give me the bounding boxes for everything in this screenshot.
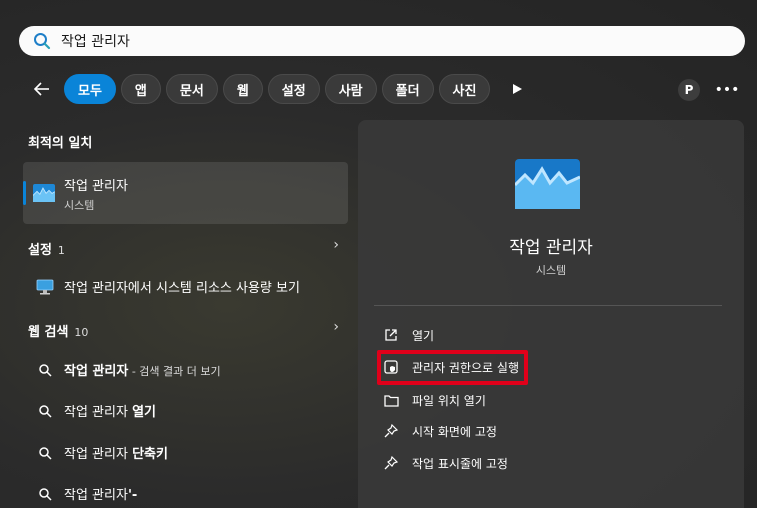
best-match-heading: 최적의 일치: [28, 136, 93, 151]
web-result-label: 작업 관리자'-: [64, 487, 138, 503]
filter-all[interactable]: 모두: [64, 74, 116, 104]
web-search-heading-label: 웹 검색: [28, 325, 69, 340]
pin-to-taskbar-label: 작업 표시줄에 고정: [412, 456, 508, 471]
detail-subtitle: 시스템: [535, 264, 567, 277]
filter-bar: 모두 앱 문서 웹 설정 사람 폴더 사진: [28, 73, 527, 105]
filter-apps[interactable]: 앱: [120, 74, 161, 104]
web-result-item[interactable]: 작업 관리자 - 검색 결과 더 보기: [0, 352, 357, 386]
pin-icon: [382, 422, 400, 440]
task-manager-large-icon: [515, 159, 580, 209]
web-result-item[interactable]: 작업 관리자'-: [0, 476, 357, 508]
filter-photos[interactable]: 사진: [438, 74, 491, 104]
detail-title: 작업 관리자: [509, 238, 593, 258]
search-icon: [36, 361, 54, 379]
settings-result-label: 작업 관리자에서 시스템 리소스 사용량 보기: [64, 280, 300, 296]
web-result-label: 작업 관리자 - 검색 결과 더 보기: [64, 363, 221, 379]
monitor-icon: [36, 278, 54, 296]
settings-result-item[interactable]: 작업 관리자에서 시스템 리소스 사용량 보기: [0, 269, 357, 303]
search-icon: [36, 444, 54, 462]
avatar[interactable]: P: [678, 79, 700, 101]
web-result-label: 작업 관리자 열기: [64, 404, 156, 420]
open-file-location-label: 파일 위치 열기: [412, 393, 486, 408]
results-list: 최적의 일치 작업 관리자 시스템 설정 1 › 작업 관리자에서 시스템 리소스…: [0, 120, 357, 508]
open-file-location-action[interactable]: 파일 위치 열기: [382, 388, 486, 412]
filter-settings[interactable]: 설정: [267, 74, 320, 104]
settings-count: 1: [57, 244, 65, 257]
filter-people[interactable]: 사람: [324, 74, 377, 104]
divider: [374, 305, 722, 306]
back-button[interactable]: [28, 75, 56, 103]
best-match-type: 시스템: [64, 199, 95, 212]
filter-documents[interactable]: 문서: [165, 74, 218, 104]
more-filters-button[interactable]: [507, 79, 527, 99]
open-action-label: 열기: [412, 328, 435, 343]
search-icon: [36, 485, 54, 503]
pin-to-start-label: 시작 화면에 고정: [412, 424, 497, 439]
web-search-count: 10: [74, 326, 89, 339]
web-result-item[interactable]: 작업 관리자 열기: [0, 393, 357, 427]
best-match-item[interactable]: 작업 관리자 시스템: [23, 162, 348, 224]
task-manager-icon: [33, 184, 55, 202]
search-box[interactable]: 작업 관리자: [19, 26, 745, 56]
web-result-label: 작업 관리자 단축키: [64, 446, 168, 462]
selection-indicator: [23, 181, 26, 205]
web-search-heading[interactable]: 웹 검색 10: [28, 321, 88, 340]
open-external-icon: [382, 326, 400, 344]
best-match-name: 작업 관리자: [64, 179, 128, 194]
arrow-left-icon: [33, 82, 49, 96]
search-icon: [34, 33, 51, 50]
chevron-right-icon[interactable]: ›: [333, 319, 339, 335]
highlight-box: [377, 350, 528, 385]
chevron-right-icon[interactable]: ›: [333, 237, 339, 253]
settings-heading[interactable]: 설정 1: [28, 239, 65, 258]
filter-web[interactable]: 웹: [222, 74, 263, 104]
folder-icon: [382, 391, 400, 409]
pin-icon: [382, 454, 400, 472]
search-icon: [36, 402, 54, 420]
ellipsis-icon: •••: [714, 82, 740, 98]
search-input[interactable]: 작업 관리자: [61, 31, 130, 51]
more-options-button[interactable]: •••: [714, 80, 740, 100]
open-action[interactable]: 열기: [382, 323, 434, 347]
web-result-item[interactable]: 작업 관리자 단축키: [0, 435, 357, 469]
detail-pane: 작업 관리자 시스템 열기 관리자 권한으로 실행 파일 위치 열기 시작 화면…: [358, 120, 744, 508]
settings-heading-label: 설정: [28, 243, 52, 258]
pin-to-start-action[interactable]: 시작 화면에 고정: [382, 419, 497, 443]
play-icon: [513, 84, 523, 94]
filter-folders[interactable]: 폴더: [381, 74, 434, 104]
pin-to-taskbar-action[interactable]: 작업 표시줄에 고정: [382, 451, 508, 475]
